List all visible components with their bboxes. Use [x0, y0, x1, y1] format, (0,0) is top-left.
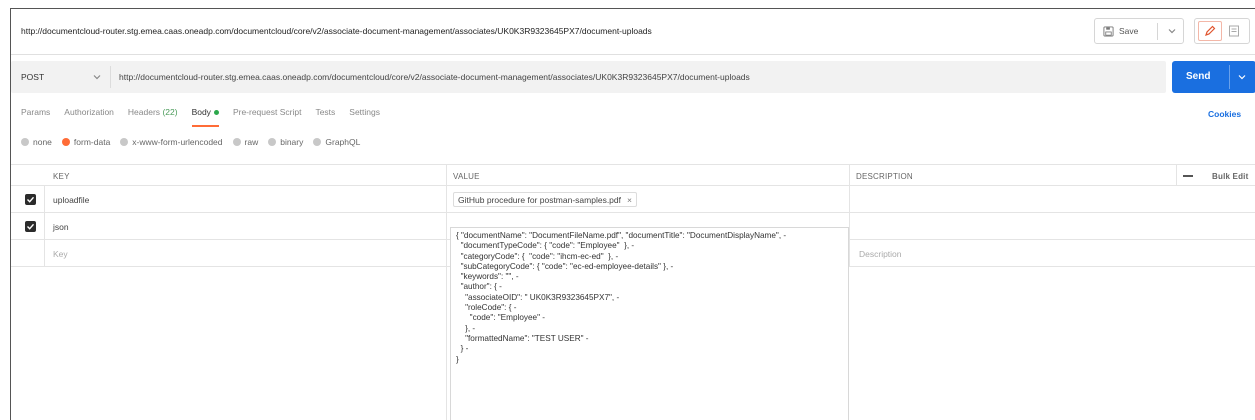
header-value: VALUE	[453, 172, 480, 181]
file-chip[interactable]: GitHub procedure for postman-samples.pdf…	[453, 192, 637, 207]
url-input[interactable]: http://documentcloud-router.stg.emea.caa…	[119, 72, 750, 82]
json-value-text: { "documentName": "DocumentFileName.pdf"…	[456, 231, 787, 364]
radio-form-data[interactable]: form-data	[61, 137, 110, 147]
tab-authorization[interactable]: Authorization	[64, 105, 114, 127]
chevron-down-icon[interactable]	[1166, 25, 1178, 37]
radio-none[interactable]: none	[21, 137, 52, 147]
send-button[interactable]: Send	[1172, 61, 1255, 93]
pencil-icon[interactable]	[1203, 24, 1217, 38]
radio-graphql[interactable]: GraphQL	[313, 137, 360, 147]
headers-count: (22)	[162, 107, 178, 117]
save-icon	[1103, 25, 1114, 37]
bulk-edit-button[interactable]: Bulk Edit	[1212, 172, 1248, 181]
method-select[interactable]: POST	[21, 72, 44, 82]
send-label: Send	[1186, 71, 1211, 82]
body-active-dot	[213, 110, 219, 116]
cookies-link[interactable]: Cookies	[1208, 109, 1241, 119]
row-key[interactable]: uploadfile	[53, 195, 89, 205]
description-placeholder[interactable]: Description	[859, 249, 902, 259]
row-checkbox[interactable]	[25, 194, 36, 205]
request-url-bar: POST http://documentcloud-router.stg.eme…	[11, 61, 1166, 93]
header-key: KEY	[53, 172, 70, 181]
tab-headers[interactable]: Headers (22)	[128, 105, 178, 127]
radio-raw[interactable]: raw	[232, 137, 258, 147]
documentation-icon[interactable]	[1227, 24, 1241, 38]
tab-body[interactable]: Body	[191, 105, 220, 127]
row-checkbox[interactable]	[25, 221, 36, 232]
save-label: Save	[1119, 26, 1139, 36]
request-title-bar: http://documentcloud-router.stg.emea.caa…	[11, 9, 1255, 55]
chevron-down-icon[interactable]	[1236, 71, 1248, 83]
table-row: uploadfile GitHub procedure for postman-…	[11, 186, 1255, 213]
radio-binary[interactable]: binary	[268, 137, 303, 147]
more-options-icon[interactable]	[1183, 175, 1193, 177]
radio-x-www-form-urlencoded[interactable]: x-www-form-urlencoded	[120, 137, 223, 147]
tab-tests[interactable]: Tests	[315, 105, 335, 127]
save-button[interactable]: Save	[1094, 18, 1184, 44]
request-tabs: Params Authorization Headers (22) Body P…	[21, 105, 394, 127]
table-header: KEY VALUE DESCRIPTION Bulk Edit	[11, 164, 1255, 186]
json-value-editor[interactable]: { "documentName": "DocumentFileName.pdf"…	[450, 227, 849, 420]
request-title[interactable]: http://documentcloud-router.stg.emea.caa…	[21, 26, 652, 36]
header-description: DESCRIPTION	[856, 172, 913, 181]
postman-window: http://documentcloud-router.stg.emea.caa…	[10, 8, 1255, 420]
body-type-radios: none form-data x-www-form-urlencoded raw…	[21, 137, 370, 147]
tab-pre-request-script[interactable]: Pre-request Script	[233, 105, 302, 127]
tab-settings[interactable]: Settings	[349, 105, 380, 127]
key-placeholder[interactable]: Key	[53, 249, 68, 259]
row-key[interactable]: json	[53, 222, 69, 232]
tab-params[interactable]: Params	[21, 105, 50, 127]
view-toggle-group	[1194, 18, 1250, 44]
close-icon[interactable]: ×	[627, 195, 632, 205]
chevron-down-icon[interactable]	[91, 71, 103, 83]
file-name: GitHub procedure for postman-samples.pdf	[458, 194, 621, 205]
